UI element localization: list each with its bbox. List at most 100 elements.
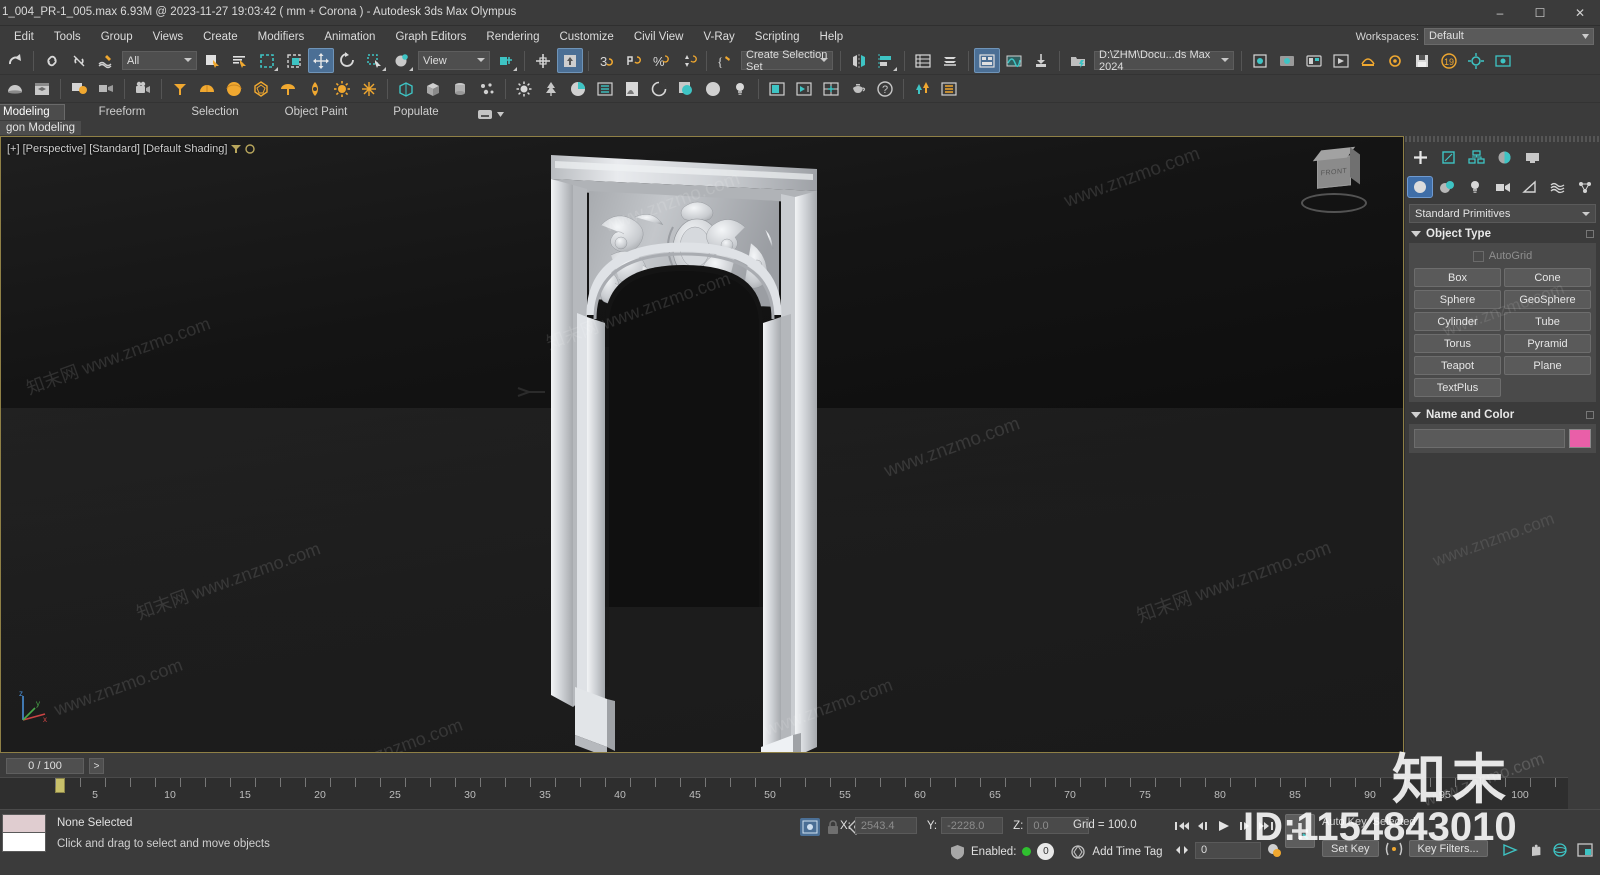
- auto-key-label[interactable]: Auto Key: [1322, 816, 1367, 828]
- create-cylinder-button[interactable]: Cylinder: [1414, 312, 1501, 331]
- proxy-box-icon[interactable]: [420, 76, 446, 101]
- rectangular-selection-region-icon[interactable]: [254, 48, 280, 73]
- create-box-button[interactable]: Box: [1414, 268, 1501, 287]
- cameras-tab[interactable]: [1490, 176, 1516, 198]
- door-frame-model[interactable]: [549, 147, 819, 752]
- list-panel-icon[interactable]: [936, 76, 962, 101]
- ribbon-tab-modeling[interactable]: Modeling: [0, 104, 65, 120]
- snaps-toggle-icon[interactable]: [557, 48, 583, 73]
- forest-pack-icon[interactable]: [909, 76, 935, 101]
- transform-type-in-toggle[interactable]: [800, 818, 820, 836]
- key-filters-button[interactable]: Key Filters...: [1408, 840, 1488, 857]
- current-frame-spinner[interactable]: 0: [1195, 841, 1261, 859]
- autogrid-row[interactable]: AutoGrid: [1414, 248, 1591, 268]
- render-camera-icon[interactable]: [93, 76, 119, 101]
- key-mode-toggle-icon[interactable]: [1172, 840, 1192, 860]
- modify-tab[interactable]: [1435, 146, 1461, 168]
- systems-tab[interactable]: [1572, 176, 1598, 198]
- previous-frame-icon[interactable]: [1193, 816, 1213, 836]
- schematic-view-icon[interactable]: [1028, 48, 1054, 73]
- create-pyramid-button[interactable]: Pyramid: [1504, 334, 1591, 353]
- material-browser-icon[interactable]: [29, 76, 55, 101]
- ribbon-subtab-polygon-modeling[interactable]: gon Modeling: [0, 121, 82, 135]
- time-configuration-icon[interactable]: [1264, 840, 1284, 860]
- edit-named-selection-icon[interactable]: {: [712, 48, 738, 73]
- corona-proxy-icon[interactable]: [565, 76, 591, 101]
- unlink-selection-icon[interactable]: [66, 48, 92, 73]
- go-to-end-icon[interactable]: [1256, 816, 1276, 836]
- create-sphere-button[interactable]: Sphere: [1414, 290, 1501, 309]
- corona-frame-buffer-icon[interactable]: [1490, 48, 1516, 73]
- menu-item-create[interactable]: Create: [193, 29, 248, 45]
- ribbon-minimize-dropdown[interactable]: [477, 109, 504, 120]
- object-color-swatch[interactable]: [1569, 429, 1591, 448]
- use-pivot-point-center-icon[interactable]: [493, 48, 519, 73]
- project-folder-icon[interactable]: [1065, 48, 1091, 73]
- listener-input-field[interactable]: [2, 833, 46, 852]
- zoom-icon[interactable]: [1499, 840, 1521, 860]
- ribbon-tab-populate[interactable]: Populate: [379, 105, 452, 120]
- go-to-start-icon[interactable]: [1172, 816, 1192, 836]
- time-badge-icon[interactable]: 19: [1436, 48, 1462, 73]
- project-folder-dropdown[interactable]: D:\ZHM\Docu...ds Max 2024: [1094, 49, 1234, 73]
- perspective-viewport[interactable]: [+] [Perspective] [Standard] [Default Sh…: [1, 137, 1403, 752]
- percent-snap-toggle-icon[interactable]: [621, 48, 647, 73]
- time-slider-handle[interactable]: [55, 778, 65, 793]
- menu-item-help[interactable]: Help: [810, 29, 854, 45]
- orbit-icon[interactable]: [1549, 840, 1571, 860]
- rollout-pin-icon[interactable]: [1586, 230, 1594, 238]
- corona-render-icon[interactable]: [1463, 48, 1489, 73]
- coord-y-input[interactable]: -2228.0: [941, 817, 1004, 834]
- space-warps-tab[interactable]: [1545, 176, 1571, 198]
- play-animation-icon[interactable]: [1214, 816, 1234, 836]
- light-bulb-icon[interactable]: [727, 76, 753, 101]
- use-center-flyout-icon[interactable]: [389, 48, 415, 73]
- mirror-icon[interactable]: [846, 48, 872, 73]
- star-burst-icon[interactable]: [356, 76, 382, 101]
- close-button[interactable]: ✕: [1560, 0, 1600, 26]
- bitmap-icon[interactable]: [619, 76, 645, 101]
- toggle-ribbon-icon[interactable]: [974, 48, 1000, 73]
- lock-selection-icon[interactable]: [826, 819, 840, 835]
- object-name-input[interactable]: [1414, 429, 1565, 448]
- render-setup-icon[interactable]: [1301, 48, 1327, 73]
- mushroom-light-icon[interactable]: [275, 76, 301, 101]
- corona-material-icon[interactable]: [646, 76, 672, 101]
- spinner-arrows-icon[interactable]: [675, 48, 701, 73]
- workspaces-dropdown[interactable]: Default: [1424, 28, 1594, 45]
- enabled-count-badge[interactable]: 0: [1037, 843, 1055, 860]
- next-frame-button[interactable]: >: [89, 758, 104, 774]
- spinner-snap-toggle-icon[interactable]: %: [648, 48, 674, 73]
- menu-item-views[interactable]: Views: [143, 29, 193, 45]
- add-time-tag-label[interactable]: Add Time Tag: [1092, 846, 1162, 858]
- create-textplus-button[interactable]: TextPlus: [1414, 378, 1501, 397]
- select-and-rotate-icon[interactable]: [335, 48, 361, 73]
- box-icon[interactable]: [393, 76, 419, 101]
- render-frame-window-icon[interactable]: [1328, 48, 1354, 73]
- camera-sequencer-icon[interactable]: [130, 76, 156, 101]
- enabled-indicator[interactable]: [1022, 847, 1032, 856]
- menu-item-customize[interactable]: Customize: [549, 29, 623, 45]
- render-message-icon[interactable]: [66, 76, 92, 101]
- rollout-pin-icon[interactable]: [1586, 411, 1594, 419]
- current-frame-display[interactable]: 0 / 100: [6, 758, 84, 774]
- create-cone-button[interactable]: Cone: [1504, 268, 1591, 287]
- select-and-link-icon[interactable]: [39, 48, 65, 73]
- named-selection-set-dropdown[interactable]: Create Selection Set: [741, 49, 833, 73]
- menu-item-scripting[interactable]: Scripting: [745, 29, 810, 45]
- angle-snap-toggle-icon[interactable]: 3: [594, 48, 620, 73]
- render-settings-icon[interactable]: [1382, 48, 1408, 73]
- select-and-manipulate-icon[interactable]: [530, 48, 556, 73]
- selected-label[interactable]: Selected: [1373, 816, 1416, 828]
- listener-output-field[interactable]: [2, 814, 46, 833]
- maximize-button[interactable]: ☐: [1520, 0, 1560, 26]
- viewcube-compass-ring[interactable]: [1301, 193, 1367, 213]
- select-and-move-icon[interactable]: [308, 48, 334, 73]
- menu-item-graph-editors[interactable]: Graph Editors: [385, 29, 476, 45]
- curve-editor-icon[interactable]: [1001, 48, 1027, 73]
- teapot-icon[interactable]: [845, 76, 871, 101]
- hemisphere-icon[interactable]: [194, 76, 220, 101]
- create-geosphere-button[interactable]: GeoSphere: [1504, 290, 1591, 309]
- material-preview-icon[interactable]: [700, 76, 726, 101]
- create-tab[interactable]: [1407, 146, 1433, 168]
